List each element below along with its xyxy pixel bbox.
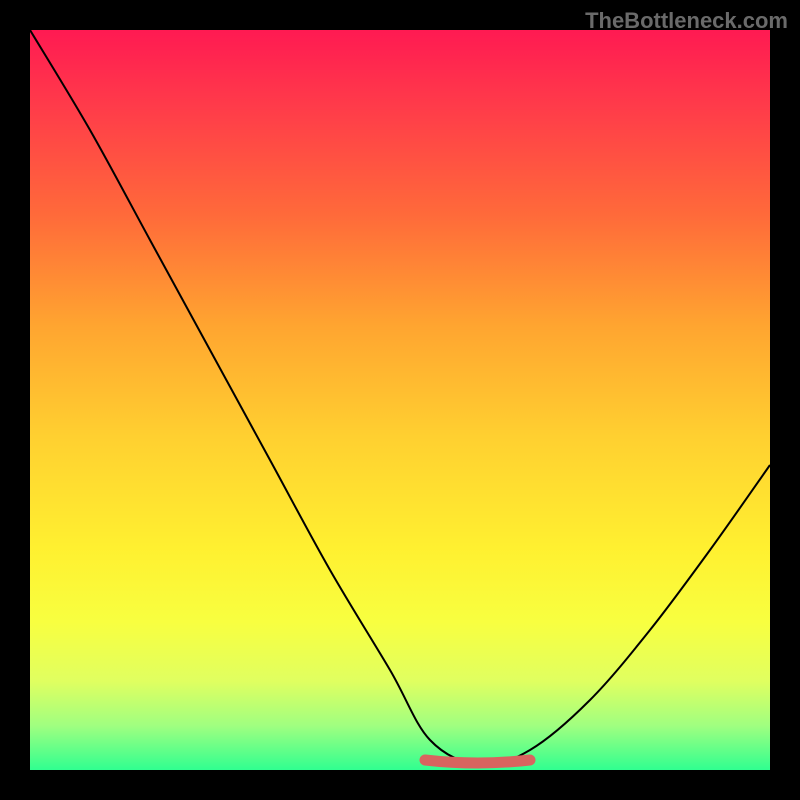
chart-svg [30,30,770,770]
plot-area [30,30,770,770]
watermark: TheBottleneck.com [585,8,788,34]
optimal-band [425,760,530,763]
bottleneck-curve [30,30,770,765]
